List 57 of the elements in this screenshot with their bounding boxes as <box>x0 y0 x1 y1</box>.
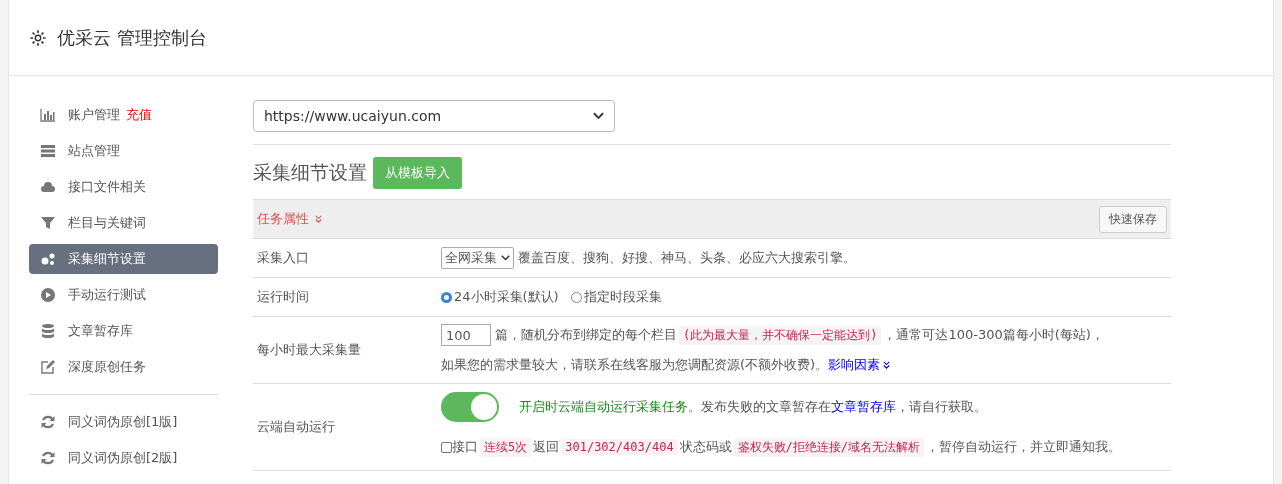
caret-icon <box>501 255 510 261</box>
filter-icon <box>40 215 56 231</box>
factors-link[interactable]: 影响因素 <box>828 356 892 374</box>
edit-icon <box>40 359 56 375</box>
server-icon <box>40 143 56 159</box>
chevron-icon <box>882 360 892 370</box>
code-tag: 连续5次 <box>480 437 532 457</box>
refresh-icon <box>40 450 56 466</box>
page-title: 优采云 管理控制台 <box>57 25 207 50</box>
code-tag: 301/302/403/404 <box>561 439 678 455</box>
code-tag: 鉴权失败/拒绝连接/域名无法解析 <box>733 437 925 457</box>
sidebar-item[interactable]: 站点管理 <box>29 136 218 166</box>
section-title: 采集细节设置 <box>253 160 367 185</box>
row-label: 采集入口 <box>257 249 310 267</box>
storage-link[interactable]: 文章暂存库 <box>831 398 896 416</box>
amount-input[interactable]: 100 <box>441 324 491 346</box>
sidebar-item[interactable]: 栏目与关键词 <box>29 208 218 238</box>
chart-icon <box>40 107 56 123</box>
note-text: 篇，随机分布到绑定的每个栏目 <box>495 326 677 344</box>
note-text: 如果您的需求量较大，请联系在线客服为您调配资源(不额外收费)。 <box>441 356 829 374</box>
source-note: 覆盖百度、搜狗、好搜、神马、头条、必应六大搜索引擎。 <box>518 249 856 267</box>
panel-heading[interactable]: 任务属性 <box>257 210 323 228</box>
note-text: 开启时云端自动运行采集任务。 <box>519 398 701 416</box>
sidebar-item[interactable]: 采集细节设置 <box>29 244 218 274</box>
note-text: ，通常可达100-300篇每小时(每站)， <box>883 326 1104 344</box>
sidebar-item[interactable]: 接口文件相关 <box>29 172 218 202</box>
sidebar-item[interactable]: 手动运行测试 <box>29 280 218 310</box>
radio-option[interactable]: 指定时段采集 <box>570 288 662 306</box>
note-text: 接口 <box>452 438 478 456</box>
note-text: 状态码或 <box>679 438 732 456</box>
chevron-icon <box>314 214 323 224</box>
cloud-icon <box>40 179 56 195</box>
note-text: 发布失败的文章暂存在 <box>701 398 831 416</box>
radio-option[interactable]: 24小时采集(默认) <box>441 288 559 306</box>
database-icon <box>40 323 56 339</box>
code-tag: (此为最大量，并不确保一定能达到) <box>679 325 882 345</box>
recharge-link[interactable]: 充值 <box>126 106 152 124</box>
sidebar-item[interactable]: 文章暂存库 <box>29 316 218 346</box>
sidebar-item[interactable]: 账户管理 充值 <box>29 100 218 130</box>
sidebar-item[interactable]: 深度原创任务 <box>29 352 218 382</box>
row-label: 运行时间 <box>257 288 310 306</box>
sidebar-item[interactable]: 同义词伪原创[1版] <box>29 407 218 437</box>
refresh-icon <box>40 414 56 430</box>
note-text: 返回 <box>533 438 560 456</box>
site-select[interactable]: https://www.ucaiyun.com <box>253 100 615 132</box>
sidebar-item[interactable]: 同义词伪原创[2版] <box>29 443 218 473</box>
quick-save-button[interactable]: 快速保存 <box>1099 205 1167 233</box>
play-icon <box>40 287 56 303</box>
row-label: 云端自动运行 <box>257 418 336 436</box>
row-label: 每小时最大采集量 <box>257 341 362 359</box>
checkbox[interactable] <box>441 441 452 453</box>
note-text: ，暂停自动运行，并立即通知我。 <box>926 438 1122 456</box>
caret-icon <box>593 112 604 120</box>
gear-icon <box>29 28 47 47</box>
source-select[interactable]: 全网采集 <box>441 247 514 269</box>
toggle-switch[interactable] <box>441 392 499 422</box>
note-text: ，请自行获取。 <box>896 398 987 416</box>
